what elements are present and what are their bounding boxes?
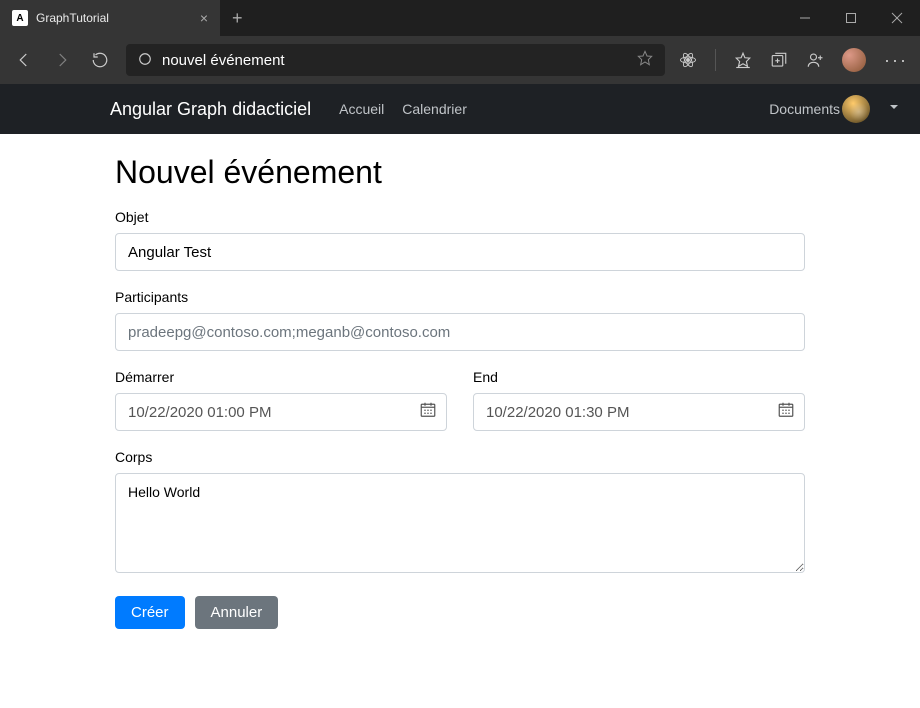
toolbar-divider <box>715 49 716 71</box>
start-datetime-input[interactable] <box>115 393 447 431</box>
back-button[interactable] <box>12 48 36 72</box>
more-menu-icon[interactable]: ··· <box>884 50 908 71</box>
forward-button[interactable] <box>50 48 74 72</box>
tab-title: GraphTutorial <box>36 11 192 25</box>
react-devtools-icon[interactable] <box>679 51 697 69</box>
chevron-down-icon[interactable] <box>888 100 900 118</box>
attendees-label: Participants <box>115 289 805 305</box>
nav-documents-label[interactable]: Documents <box>769 101 840 117</box>
end-label: End <box>473 369 805 385</box>
nav-link-home[interactable]: Accueil <box>339 101 384 117</box>
new-tab-button[interactable]: + <box>220 0 255 36</box>
nav-link-calendar[interactable]: Calendrier <box>402 101 467 117</box>
end-datetime-input[interactable] <box>473 393 805 431</box>
create-button[interactable]: Créer <box>115 596 185 629</box>
browser-titlebar: A GraphTutorial × + <box>0 0 920 36</box>
favorites-icon[interactable] <box>734 51 752 69</box>
start-label: Démarrer <box>115 369 447 385</box>
tab-favicon: A <box>12 10 28 26</box>
app-user-avatar[interactable] <box>842 95 870 123</box>
address-bar[interactable]: nouvel événement <box>126 44 665 76</box>
app-navbar: Angular Graph didacticiel Accueil Calend… <box>0 84 920 134</box>
page-title: Nouvel événement <box>115 154 805 191</box>
close-tab-icon[interactable]: × <box>200 10 208 26</box>
attendees-input[interactable] <box>115 313 805 351</box>
window-minimize-button[interactable] <box>782 0 828 36</box>
browser-toolbar: nouvel événement ··· <box>0 36 920 84</box>
body-label: Corps <box>115 449 805 465</box>
page-content: Nouvel événement Objet Participants Déma… <box>0 134 920 649</box>
site-info-icon <box>138 52 152 69</box>
browser-tab[interactable]: A GraphTutorial × <box>0 0 220 36</box>
body-textarea[interactable] <box>115 473 805 573</box>
cancel-button[interactable]: Annuler <box>195 596 279 629</box>
address-text: nouvel événement <box>162 52 627 69</box>
user-avatar-icon[interactable] <box>842 48 866 72</box>
refresh-button[interactable] <box>88 48 112 72</box>
profile-icon[interactable] <box>806 51 824 69</box>
subject-input[interactable] <box>115 233 805 271</box>
collections-icon[interactable] <box>770 51 788 69</box>
subject-label: Objet <box>115 209 805 225</box>
window-maximize-button[interactable] <box>828 0 874 36</box>
app-brand[interactable]: Angular Graph didacticiel <box>110 99 311 120</box>
window-close-button[interactable] <box>874 0 920 36</box>
favorite-star-icon[interactable] <box>637 50 653 71</box>
